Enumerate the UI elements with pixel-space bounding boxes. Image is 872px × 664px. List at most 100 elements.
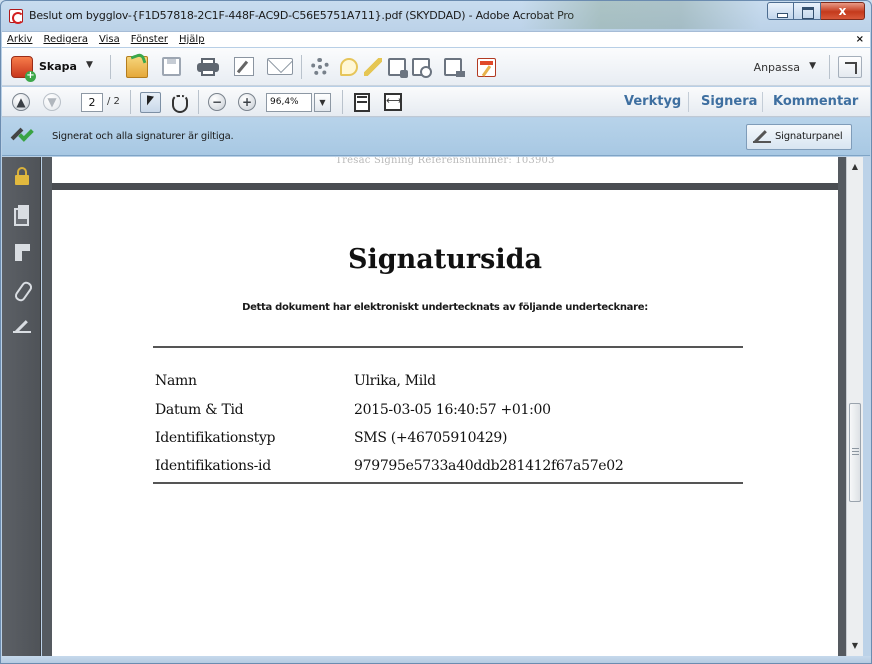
window-title: Beslut om bygglov-{F1D57818-2C1F-448F-AC… xyxy=(29,9,574,22)
toolbar-divider xyxy=(829,55,830,79)
scroll-down-icon[interactable]: ▼ xyxy=(847,638,863,654)
export-icon[interactable] xyxy=(444,58,465,77)
expand-icon[interactable] xyxy=(838,56,862,78)
signature-pen-icon xyxy=(753,130,771,144)
signer-row-datetime: Datum & Tid 2015-03-05 16:40:57 +01:00 xyxy=(155,402,715,424)
page-separator xyxy=(52,183,838,190)
next-page-button[interactable]: ▼ xyxy=(43,93,61,111)
document-view[interactable]: Tresac Signing Referensnummer: 103903 Si… xyxy=(42,157,846,656)
acrobat-app-icon[interactable] xyxy=(9,9,24,24)
fit-width-icon[interactable] xyxy=(384,93,402,111)
close-document-button[interactable]: × xyxy=(856,32,864,48)
create-button-label[interactable]: Skapa xyxy=(39,60,77,73)
page-number-input[interactable]: 2 xyxy=(81,93,103,112)
customize-button-label[interactable]: Anpassa xyxy=(754,61,800,74)
fit-page-icon[interactable] xyxy=(354,93,370,112)
pane-divider xyxy=(762,92,763,112)
form-icon[interactable] xyxy=(477,58,496,77)
row-value: 2015-03-05 16:40:57 +01:00 xyxy=(354,402,551,418)
comment-icon[interactable] xyxy=(340,58,358,76)
window-frame-right xyxy=(863,157,871,656)
tools-pane-button[interactable]: Verktyg xyxy=(624,94,681,109)
zoom-out-button[interactable]: − xyxy=(208,93,226,111)
row-label: Namn xyxy=(155,373,197,389)
grip-icon xyxy=(852,448,859,455)
zoom-in-button[interactable]: + xyxy=(238,93,256,111)
row-value: Ulrika, Mild xyxy=(354,373,436,389)
save-icon[interactable] xyxy=(162,57,181,76)
signature-panel-label: Signaturpanel xyxy=(775,131,843,142)
zoom-dropdown-button[interactable]: ▼ xyxy=(314,93,331,112)
close-icon: x xyxy=(838,4,847,18)
attachments-paperclip-icon[interactable] xyxy=(13,281,31,299)
navigation-pane xyxy=(2,157,41,656)
mail-icon[interactable] xyxy=(267,58,293,75)
navigation-toolbar: ▲ ▼ 2 / 2 − + 96,4% ▼ Verktyg Signera Ko… xyxy=(2,87,870,117)
highlight-icon[interactable] xyxy=(364,58,382,76)
page-title: Signatursida xyxy=(348,244,542,275)
signature-page: Signatursida Detta dokument har elektron… xyxy=(52,190,838,656)
comment-pane-button[interactable]: Kommentar xyxy=(773,94,858,109)
signature-status-bar: Signerat och alla signaturer är giltiga.… xyxy=(2,118,870,156)
window-controls: x xyxy=(767,2,865,20)
menu-hjalp[interactable]: Hjälp xyxy=(174,34,211,45)
table-bottom-rule xyxy=(153,482,743,484)
page-total: / 2 xyxy=(107,96,120,107)
toolbar-divider xyxy=(110,55,111,79)
stamp-icon[interactable] xyxy=(388,58,408,78)
minus-icon: − xyxy=(211,95,223,109)
bookmarks-icon[interactable] xyxy=(13,244,31,262)
create-dropdown-icon[interactable]: ▼ xyxy=(86,60,93,70)
main-toolbar: Skapa ▼ Anpassa ▼ xyxy=(2,48,870,86)
scrollbar-thumb[interactable] xyxy=(849,403,861,502)
close-window-button[interactable]: x xyxy=(821,2,865,20)
menu-visa[interactable]: Visa xyxy=(94,34,126,45)
minimize-button[interactable] xyxy=(767,2,794,20)
page-subtitle: Detta dokument har elektroniskt undertec… xyxy=(242,302,648,313)
signer-row-id-type: Identifikationstyp SMS (+46705910429) xyxy=(155,430,715,452)
signer-row-id: Identifikations-id 979795e5733a40ddb2814… xyxy=(155,458,715,480)
page-thumbnails-icon[interactable] xyxy=(13,205,31,226)
open-icon[interactable] xyxy=(126,56,148,78)
toolbar-divider xyxy=(130,90,131,114)
previous-page-footer-text: Tresac Signing Referensnummer: 103903 xyxy=(335,157,555,166)
compare-icon[interactable] xyxy=(412,58,432,78)
security-lock-icon[interactable] xyxy=(13,167,31,185)
previous-page-button[interactable]: ▲ xyxy=(12,93,30,111)
row-label: Identifikations-id xyxy=(155,458,271,474)
menu-redigera[interactable]: Redigera xyxy=(38,34,94,45)
toolbar-divider xyxy=(301,55,302,79)
menu-arkiv[interactable]: Arkiv xyxy=(2,34,38,45)
table-top-rule xyxy=(153,346,743,348)
signature-valid-icon xyxy=(10,126,34,145)
row-label: Datum & Tid xyxy=(155,402,244,418)
sign-pane-button[interactable]: Signera xyxy=(701,94,757,109)
maximize-button[interactable] xyxy=(794,2,821,20)
gear-icon[interactable] xyxy=(311,58,329,76)
signatures-icon[interactable] xyxy=(13,320,31,338)
toolbar-divider xyxy=(198,90,199,114)
titlebar-background-image xyxy=(521,1,761,29)
scroll-up-icon[interactable]: ▲ xyxy=(847,159,863,175)
previous-page-bottom: Tresac Signing Referensnummer: 103903 xyxy=(52,157,838,183)
customize-dropdown-icon[interactable]: ▼ xyxy=(809,61,816,71)
plus-icon: + xyxy=(241,95,253,109)
menu-fonster[interactable]: Fönster xyxy=(126,34,174,45)
signature-status-message: Signerat och alla signaturer är giltiga. xyxy=(52,131,234,142)
vertical-scrollbar[interactable]: ▲ ▼ xyxy=(846,157,863,656)
create-icon[interactable] xyxy=(11,56,36,82)
arrow-up-icon: ▲ xyxy=(16,95,26,109)
print-icon[interactable] xyxy=(197,57,219,76)
hand-tool-icon[interactable] xyxy=(168,92,188,113)
signature-panel-button[interactable]: Signaturpanel xyxy=(746,124,852,150)
acrobat-window: Beslut om bygglov-{F1D57818-2C1F-448F-AC… xyxy=(0,0,872,664)
zoom-level-input[interactable]: 96,4% xyxy=(266,93,312,112)
signer-row-name: Namn Ulrika, Mild xyxy=(155,373,715,395)
toolbar-divider xyxy=(342,90,343,114)
row-value: SMS (+46705910429) xyxy=(354,430,508,446)
arrow-down-icon: ▼ xyxy=(47,95,57,109)
select-tool-icon[interactable] xyxy=(140,92,161,113)
menu-bar: Arkiv Redigera Visa Fönster Hjälp × xyxy=(2,31,870,47)
title-bar[interactable]: Beslut om bygglov-{F1D57818-2C1F-448F-AC… xyxy=(1,1,871,31)
edit-icon[interactable] xyxy=(234,57,254,76)
